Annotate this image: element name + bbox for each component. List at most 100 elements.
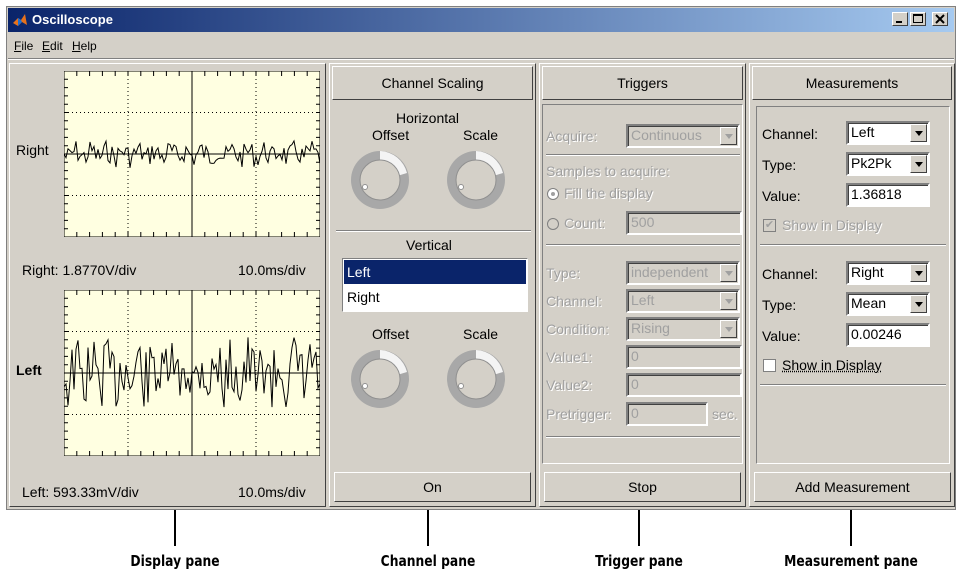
trigger-divider-2 xyxy=(546,244,740,246)
condition-value: Rising xyxy=(631,320,670,336)
m2-type-dropdown[interactable]: Mean xyxy=(846,292,930,316)
channel-pane: Channel Scaling Horizontal Offset Scale … xyxy=(329,63,536,507)
count-input[interactable]: 500 xyxy=(626,211,742,235)
trigger-channel-dropdown[interactable]: Left xyxy=(626,289,740,313)
pretrigger-input[interactable]: 0 xyxy=(626,402,708,426)
chevron-down-icon[interactable] xyxy=(910,124,927,142)
trigger-pane-pointer xyxy=(638,510,640,546)
horizontal-scale-label: Scale xyxy=(463,127,499,143)
chevron-down-icon[interactable] xyxy=(910,155,927,173)
m1-type-label: Type: xyxy=(762,157,797,173)
value1-label: Value1: xyxy=(546,349,593,365)
m2-channel-value: Right xyxy=(851,264,884,280)
m1-channel-value: Left xyxy=(851,124,875,140)
triggers-header: Triggers xyxy=(542,66,743,100)
right-time-per-div: 10.0ms/div xyxy=(238,262,306,278)
channel-listbox[interactable]: Left Right xyxy=(342,258,528,312)
title-bar[interactable]: Oscilloscope xyxy=(8,8,954,32)
knob-dial xyxy=(455,159,497,201)
value2-input[interactable]: 0 xyxy=(626,373,742,397)
vertical-scale-knob[interactable] xyxy=(445,348,507,410)
menu-edit[interactable]: Edit xyxy=(42,39,63,53)
measurement-pane-pointer xyxy=(850,510,852,546)
trigger-channel-value: Left xyxy=(631,292,655,308)
close-button[interactable] xyxy=(932,12,948,26)
minimize-button[interactable] xyxy=(892,12,908,26)
m2-show-checkbox[interactable] xyxy=(763,359,776,372)
m1-channel-label: Channel: xyxy=(762,126,819,142)
menu-bar: File Edit Help xyxy=(8,35,954,57)
window-title: Oscilloscope xyxy=(32,12,113,27)
m1-type-dropdown[interactable]: Pk2Pk xyxy=(846,152,930,176)
trigger-type-dropdown[interactable]: independent xyxy=(626,261,740,285)
left-channel-plot[interactable] xyxy=(64,290,320,456)
measurement-pane-caption: Measurement pane xyxy=(784,552,918,570)
display-pane-pointer xyxy=(174,510,176,546)
fill-display-radio[interactable] xyxy=(547,188,559,200)
vertical-offset-label: Offset xyxy=(372,326,410,342)
menu-separator xyxy=(8,58,954,60)
m1-show-checkbox[interactable]: ✔ xyxy=(763,219,776,232)
horizontal-scale-knob[interactable] xyxy=(445,149,507,211)
condition-dropdown[interactable]: Rising xyxy=(626,317,740,341)
chevron-down-icon[interactable] xyxy=(720,127,737,145)
chevron-down-icon[interactable] xyxy=(720,292,737,310)
trigger-type-value: independent xyxy=(631,264,709,280)
close-icon xyxy=(935,14,945,24)
m2-value-field[interactable]: 0.00246 xyxy=(846,323,930,347)
trigger-channel-label: Channel: xyxy=(546,293,603,309)
condition-label: Condition: xyxy=(546,321,610,337)
knob-dial xyxy=(359,358,401,400)
maximize-button[interactable] xyxy=(910,12,926,26)
m2-channel-dropdown[interactable]: Right xyxy=(846,261,930,285)
m2-value-label: Value: xyxy=(762,328,801,344)
stop-button[interactable]: Stop xyxy=(544,472,741,502)
vertical-offset-knob[interactable] xyxy=(349,348,411,410)
samples-label: Samples to acquire: xyxy=(546,163,670,179)
m1-type-value: Pk2Pk xyxy=(851,155,892,171)
fill-display-label: Fill the display xyxy=(564,185,653,201)
channel-list-item-right[interactable]: Right xyxy=(344,285,526,309)
channel-divider xyxy=(336,230,531,232)
right-channel-plot[interactable] xyxy=(64,71,320,237)
channel-pane-caption: Channel pane xyxy=(380,552,476,570)
display-pane: Right Right: 1.8770V/div 10.0ms/div Left… xyxy=(9,63,326,507)
channel-on-button[interactable]: On xyxy=(334,472,531,502)
add-measurement-button[interactable]: Add Measurement xyxy=(754,472,951,502)
display-pane-caption: Display pane xyxy=(130,552,220,570)
channel-list-item-left[interactable]: Left xyxy=(344,260,526,284)
menu-file[interactable]: File xyxy=(14,39,33,53)
chevron-down-icon[interactable] xyxy=(720,264,737,282)
value1-input[interactable]: 0 xyxy=(626,345,742,369)
left-volts-per-div: Left: 593.33mV/div xyxy=(22,484,139,500)
menu-help[interactable]: Help xyxy=(72,39,97,53)
measurement-divider-1 xyxy=(760,244,946,246)
trigger-pane-caption: Trigger pane xyxy=(595,552,683,570)
knob-indicator xyxy=(362,383,368,389)
chevron-down-icon[interactable] xyxy=(910,264,927,282)
m1-channel-dropdown[interactable]: Left xyxy=(846,121,930,145)
right-volts-per-div: Right: 1.8770V/div xyxy=(22,262,137,278)
trigger-divider-3 xyxy=(546,436,740,438)
chevron-down-icon[interactable] xyxy=(720,320,737,338)
matlab-logo-icon xyxy=(13,14,27,26)
pretrigger-sec-label: sec. xyxy=(712,406,738,422)
horizontal-label: Horizontal xyxy=(396,110,460,126)
acquire-label: Acquire: xyxy=(546,128,598,144)
m2-show-label: Show in Display xyxy=(782,357,882,373)
m2-type-value: Mean xyxy=(851,295,887,311)
right-channel-name: Right xyxy=(16,142,49,158)
knob-indicator xyxy=(362,184,368,190)
trigger-type-label: Type: xyxy=(546,265,581,281)
m1-value-label: Value: xyxy=(762,188,801,204)
count-radio[interactable] xyxy=(547,218,559,230)
channel-pane-pointer xyxy=(427,510,429,546)
count-label: Count: xyxy=(564,215,606,231)
measurement-pane: Measurements Channel: Left Type: Pk2Pk V… xyxy=(749,63,955,507)
m1-value-field[interactable]: 1.36818 xyxy=(846,183,930,207)
chevron-down-icon[interactable] xyxy=(910,295,927,313)
acquire-value: Continuous xyxy=(631,127,702,143)
m2-type-label: Type: xyxy=(762,297,797,313)
acquire-dropdown[interactable]: Continuous xyxy=(626,124,740,148)
horizontal-offset-knob[interactable] xyxy=(349,149,411,211)
